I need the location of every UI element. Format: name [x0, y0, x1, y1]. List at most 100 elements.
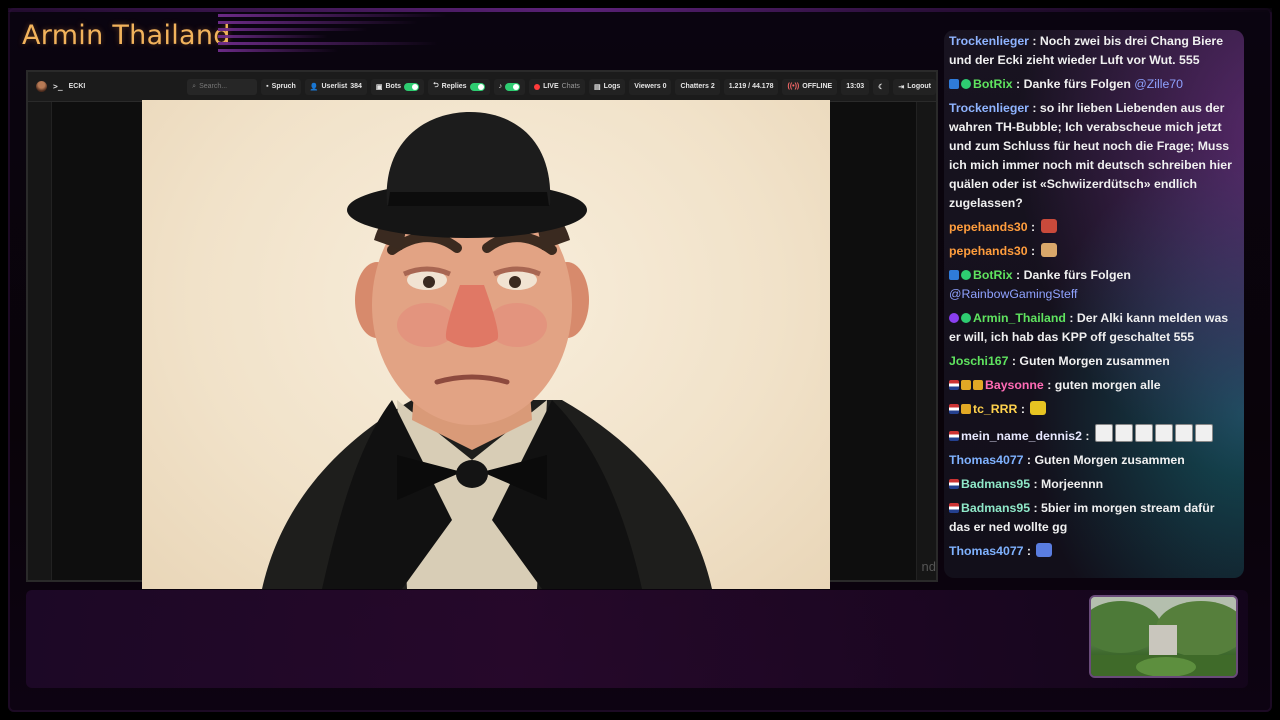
theme-toggle-button[interactable]: ☾ — [873, 78, 890, 95]
document-icon: ▤ — [593, 83, 601, 91]
terminal-icon: >_ — [53, 82, 63, 91]
search-placeholder: Search... — [199, 83, 228, 90]
spruch-button[interactable]: ▪ Spruch — [261, 78, 301, 95]
chat-username[interactable]: Thomas4077 — [949, 544, 1024, 558]
overlay-glow-border — [8, 8, 1272, 12]
channel-avatar[interactable] — [36, 81, 47, 92]
chat-text: Danke fürs Folgen — [1023, 268, 1131, 282]
chat-username[interactable]: Trockenlieger — [949, 34, 1029, 48]
userlist-label: Userlist — [321, 83, 348, 90]
chat-separator: : — [1030, 501, 1041, 515]
logout-button[interactable]: ⇥ Logout — [893, 78, 936, 95]
chat-username[interactable]: mein_name_dennis2 — [961, 429, 1082, 443]
bots-label: Bots — [385, 83, 402, 90]
logout-icon: ⇥ — [898, 83, 905, 91]
chat-message: BotRix : Danke fürs Folgen @RainbowGamin… — [944, 264, 1244, 307]
chatters-stat: Chatters 2 — [675, 78, 720, 95]
bots-toggle[interactable]: ▣ Bots — [370, 78, 425, 95]
right-sidebar-strip — [916, 102, 936, 580]
tts-toggle[interactable]: ♪ — [493, 78, 526, 95]
bots-switch[interactable] — [404, 82, 420, 91]
chat-separator: : — [1028, 101, 1040, 115]
portrait-image — [142, 100, 830, 589]
chat-text: Guten Morgen zusammen — [1034, 453, 1185, 467]
clock: 13:03 — [841, 78, 870, 95]
reply-arrow-icon: ⮌ — [433, 82, 439, 89]
chat-text: guten morgen alle — [1054, 378, 1161, 392]
chat-username[interactable]: pepehands30 — [949, 244, 1028, 258]
chat-message: Trockenlieger : Noch zwei bis drei Chang… — [944, 30, 1244, 73]
live-chats-button[interactable]: LIVE Chats — [529, 78, 585, 95]
chat-username[interactable]: Trockenlieger — [949, 101, 1029, 115]
terminal-icon: ▪ — [266, 83, 269, 90]
chat-username[interactable]: tc_RRR — [973, 402, 1017, 416]
chat-mention[interactable]: @RainbowGamingSteff — [949, 287, 1077, 301]
chat-text: Guten Morgen zusammen — [1019, 354, 1170, 368]
blue-badge-icon — [949, 270, 959, 280]
title-decoration-stripes — [218, 14, 458, 66]
chat-separator: : — [1012, 77, 1024, 91]
emote-icon — [1194, 424, 1213, 442]
chatters-label: Chatters 2 — [680, 83, 715, 90]
chats-label: Chats — [561, 83, 580, 90]
chat-username[interactable]: Badmans95 — [961, 477, 1030, 491]
logs-button[interactable]: ▤ Logs — [588, 78, 626, 95]
chat-text: Danke fürs Folgen — [1023, 77, 1131, 91]
emote-icon — [1036, 543, 1053, 557]
chat-username[interactable]: BotRix — [973, 268, 1013, 282]
channel-title: Armin Thailand — [22, 20, 231, 51]
chat-username[interactable]: BotRix — [973, 77, 1013, 91]
chat-message: Joschi167 : Guten Morgen zusammen — [944, 350, 1244, 374]
blue-badge-icon — [949, 79, 959, 89]
chat-username[interactable]: Armin_Thailand — [973, 311, 1066, 325]
counter-label: 1.219 / 44.178 — [728, 83, 774, 90]
emote-icon — [1154, 424, 1173, 442]
userlist-button[interactable]: 👤 Userlist 384 — [304, 78, 367, 95]
replies-label: Replies — [441, 83, 467, 90]
portrait-illustration — [262, 112, 712, 589]
emote-icon — [1114, 424, 1133, 442]
chat-message: pepehands30 : — [944, 216, 1244, 240]
emote-icon — [1030, 401, 1047, 415]
chat-username[interactable]: Badmans95 — [961, 501, 1030, 515]
chat-panel[interactable]: Trockenlieger : Noch zwei bis drei Chang… — [944, 30, 1244, 578]
stream-status: ((•)) OFFLINE — [782, 78, 838, 95]
chat-message: Armin_Thailand : Der Alki kann melden wa… — [944, 307, 1244, 350]
gold-badge-icon — [961, 404, 971, 414]
chat-separator: : — [1008, 354, 1020, 368]
user-icon: 👤 — [309, 83, 319, 91]
flag-badge-icon — [949, 404, 959, 414]
chat-message: pepehands30 : — [944, 240, 1244, 264]
check-badge-icon — [961, 270, 971, 280]
gold-badge-icon — [961, 380, 971, 390]
search-input[interactable]: ⌕ Search... — [187, 78, 258, 95]
chat-username[interactable]: Thomas4077 — [949, 453, 1024, 467]
dashboard-toolbar: >_ ECKI ⌕ Search... ▪ Spruch 👤 Userlist … — [28, 72, 936, 102]
purple-badge-icon — [949, 313, 959, 323]
spruch-label: Spruch — [271, 83, 296, 90]
replies-switch[interactable] — [469, 82, 485, 91]
chat-separator: : — [1012, 268, 1024, 282]
chat-username[interactable]: Joschi167 — [949, 354, 1008, 368]
chat-separator: : — [1043, 378, 1055, 392]
chat-message: Badmans95 : 5bier im morgen stream dafür… — [944, 497, 1244, 540]
truncated-text: nd — [921, 559, 936, 574]
flag-badge-icon — [949, 503, 959, 513]
chat-separator: : — [1030, 477, 1041, 491]
moon-icon: ☾ — [878, 83, 885, 91]
chat-text: so ihr lieben Liebenden aus der wahren T… — [949, 101, 1232, 210]
emote-icon — [1174, 424, 1193, 442]
viewers-stat: Viewers 0 — [629, 78, 672, 95]
counter-stat: 1.219 / 44.178 — [723, 78, 779, 95]
replies-toggle[interactable]: ⮌ Replies — [428, 78, 490, 95]
offline-label: OFFLINE — [802, 83, 833, 90]
chat-mention[interactable]: @Zille70 — [1134, 77, 1183, 91]
chat-message: Baysonne : guten morgen alle — [944, 374, 1244, 398]
emote-icon — [1094, 424, 1113, 442]
chat-username[interactable]: pepehands30 — [949, 220, 1028, 234]
chat-username[interactable]: Baysonne — [985, 378, 1044, 392]
check-badge-icon — [961, 79, 971, 89]
logs-label: Logs — [603, 83, 621, 90]
chat-message: Trockenlieger : so ihr lieben Liebenden … — [944, 97, 1244, 216]
tts-switch[interactable] — [505, 82, 521, 91]
